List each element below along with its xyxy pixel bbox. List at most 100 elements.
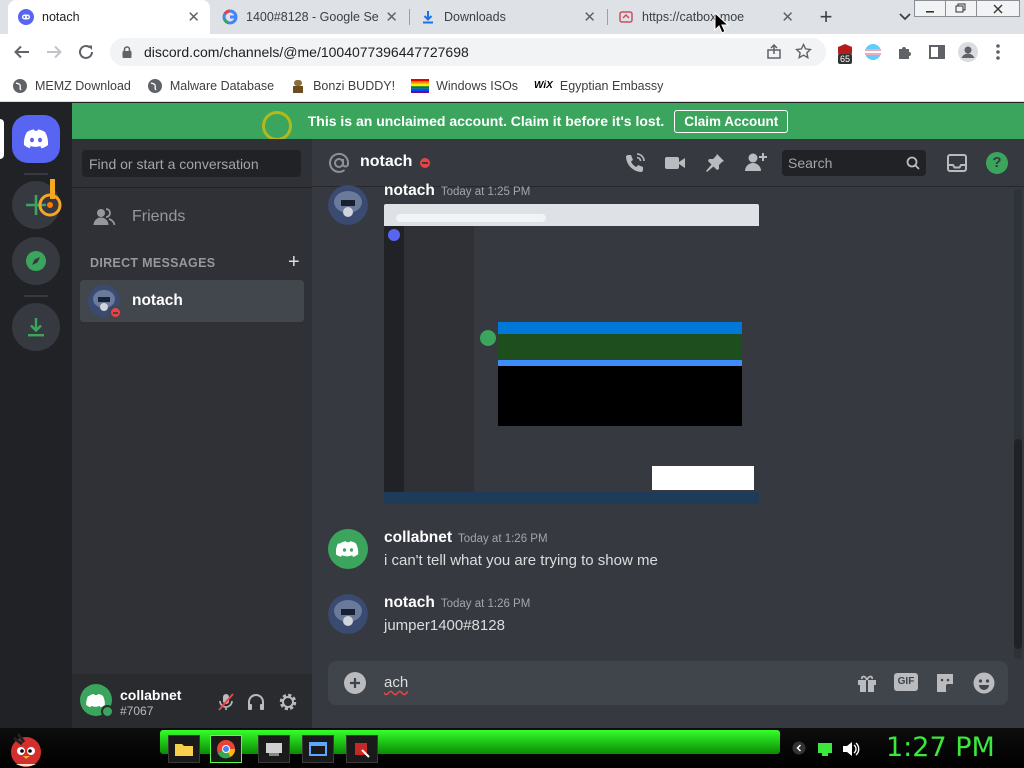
new-tab-button[interactable]: + [814,5,838,29]
browser-tab-bar: notach ✕ 1400#8128 - Google Sea ✕ Downlo… [0,0,1024,34]
download-icon [25,316,47,338]
dnd-status-icon [109,306,122,319]
download-apps-button[interactable] [12,303,60,351]
video-call-icon[interactable] [664,152,686,174]
scrollbar-thumb[interactable] [1014,439,1022,649]
tab-close-icon[interactable]: ✕ [781,8,794,26]
message-author[interactable]: collabnet [384,529,452,547]
bookmark-malware-database[interactable]: Malware Database [147,78,274,94]
restore-icon[interactable] [945,0,977,17]
forward-arrow-icon[interactable] [40,38,68,66]
bookmark-windows-isos[interactable]: Windows ISOs [411,78,518,93]
close-window-icon[interactable] [976,0,1020,17]
image-attachment[interactable] [384,204,759,504]
attachment-guilds [384,226,404,496]
dm-item-notach[interactable]: notach [80,280,304,322]
extensions-puzzle-icon[interactable] [896,43,914,61]
taskbar-app-icon-2[interactable] [346,735,378,763]
dnd-status-icon [420,158,430,168]
bookmark-bonzi-buddy[interactable]: Bonzi BUDDY! [290,78,395,94]
headphones-icon[interactable] [246,692,266,712]
lock-icon [120,45,134,59]
share-icon[interactable] [766,44,782,60]
message-composer[interactable]: ach GIF [328,661,1008,705]
gift-icon[interactable] [856,672,878,694]
find-conversation-input[interactable]: Find or start a conversation [82,150,301,177]
taskbar-window-icon[interactable] [302,735,334,763]
profile-avatar-icon[interactable] [958,42,978,62]
back-arrow-icon[interactable] [8,38,36,66]
inbox-icon[interactable] [946,152,968,174]
tab-google[interactable]: 1400#8128 - Google Sea ✕ [212,0,408,34]
catbox-icon [618,9,634,25]
reload-icon[interactable] [72,38,100,66]
tab-discord[interactable]: notach ✕ [8,0,210,34]
pinned-messages-icon[interactable] [704,152,726,174]
unclaimed-account-banner: This is an unclaimed account. Claim it b… [72,103,1024,139]
taskbar-clock[interactable]: 1:27 PM [886,732,995,763]
tab-close-icon[interactable]: ✕ [187,8,200,26]
attachment-console [498,366,742,426]
extension-shield-icon[interactable]: 65 [836,43,854,64]
taskbar-chrome-icon[interactable] [210,735,242,763]
start-button-angry-bird-icon[interactable] [4,730,48,768]
voice-call-icon[interactable] [624,152,646,174]
divider [24,295,48,297]
menu-dots-icon[interactable] [994,43,1002,61]
attachment-discord-icon [388,229,400,241]
attach-plus-icon[interactable] [344,672,366,694]
message-author[interactable]: notach [384,182,435,200]
avatar[interactable] [328,185,368,225]
divider [24,173,48,175]
search-input[interactable]: Search [782,150,926,176]
extension-flag-icon[interactable] [864,43,882,61]
sticker-icon[interactable] [934,672,956,694]
tab-title: Downloads [444,10,506,24]
mute-microphone-icon[interactable] [216,692,236,712]
message-header: notach Today at 1:25 PM [384,182,530,200]
tab-search-chevron-icon[interactable] [896,7,914,25]
bookmark-memz[interactable]: MEMZ Download [12,78,131,94]
claim-account-button[interactable]: Claim Account [674,109,789,133]
message-header: collabnet Today at 1:26 PM [384,529,548,547]
friends-nav-item[interactable]: Friends [80,199,304,235]
tab-downloads[interactable]: Downloads ✕ [410,0,606,34]
composer-input[interactable]: ach [384,674,408,691]
tab-catbox[interactable]: https://catbox.moe ✕ [608,0,804,34]
message-author[interactable]: notach [384,594,435,612]
address-bar[interactable]: discord.com/channels/@me/100407739644772… [110,38,826,66]
help-icon[interactable]: ? [986,152,1008,174]
create-dm-button[interactable]: + [288,252,300,272]
emoji-icon[interactable] [972,671,996,695]
tab-close-icon[interactable]: ✕ [385,8,398,26]
loading-ring-icon [262,111,292,141]
user-panel: collabnet #7067 [72,674,312,728]
banner-text: This is an unclaimed account. Claim it b… [307,113,665,129]
discord-icon [18,9,34,25]
network-icon[interactable] [816,741,834,757]
add-friends-to-dm-icon[interactable] [744,151,768,173]
volume-icon[interactable] [842,741,860,757]
attachment-dm-list [404,226,474,496]
friends-label: Friends [132,208,186,225]
tray-chevron-icon[interactable] [792,741,806,755]
avatar [88,285,122,319]
side-panel-icon[interactable] [928,43,946,61]
avatar[interactable] [328,594,368,634]
avatar[interactable] [328,529,368,569]
chat-area: notach Search ? notach Today at 1:25 PM [312,139,1024,728]
tab-title: notach [42,10,80,24]
bookmark-star-icon[interactable] [795,43,812,60]
gif-icon[interactable]: GIF [894,673,918,691]
taskbar-explorer-folder-icon[interactable] [168,735,200,763]
home-discord-button[interactable] [12,115,60,163]
mouse-cursor-icon [714,12,732,36]
settings-gear-icon[interactable] [278,692,298,712]
user-avatar[interactable] [80,684,114,718]
minimize-icon[interactable] [914,0,946,17]
bookmark-egyptian-embassy[interactable]: WiX Egyptian Embassy [534,79,663,93]
taskbar-app-icon[interactable] [258,735,290,763]
explore-servers-button[interactable] [12,237,60,285]
tab-close-icon[interactable]: ✕ [583,8,596,26]
message-header: notach Today at 1:26 PM [384,594,530,612]
